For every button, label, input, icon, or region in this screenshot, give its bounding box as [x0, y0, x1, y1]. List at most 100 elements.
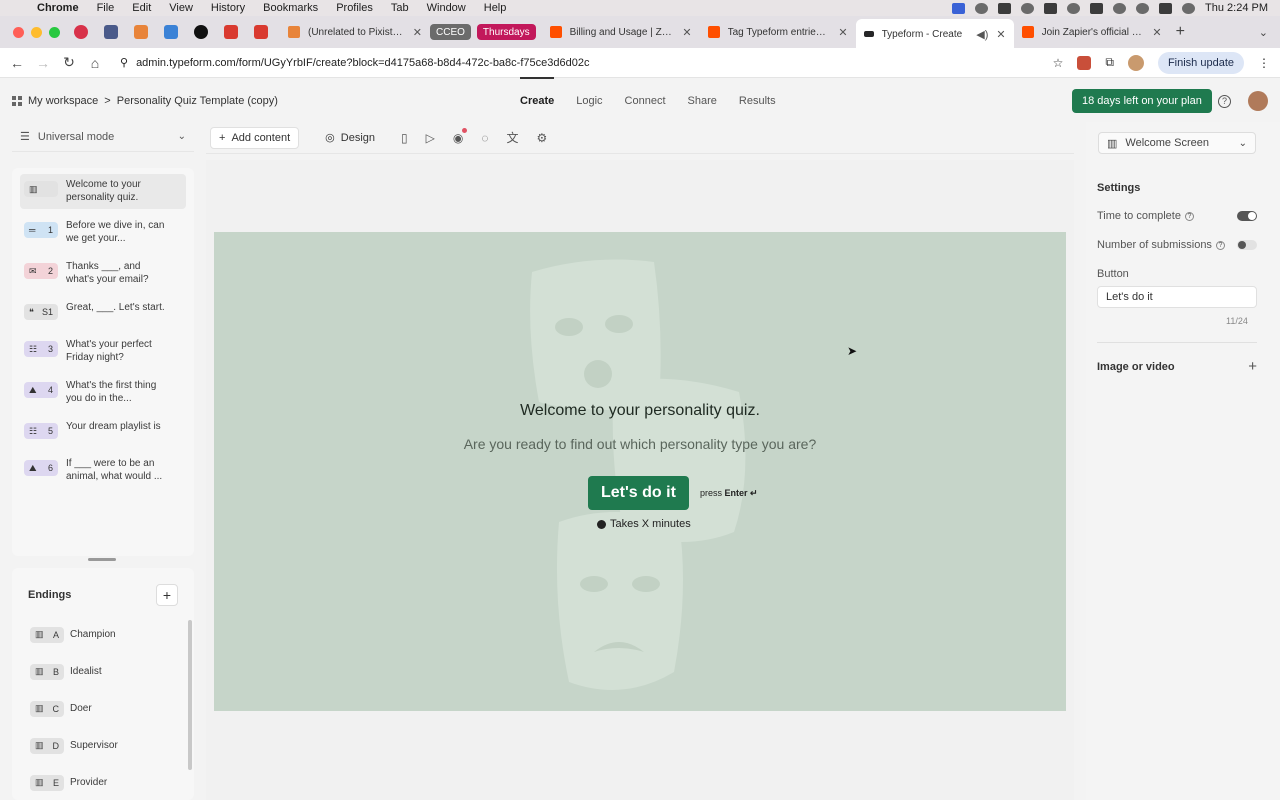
trial-days-button[interactable]: 18 days left on your plan	[1072, 89, 1212, 113]
question-item-6[interactable]: ⛰ 6 If ___ were to be an animal, what wou…	[20, 453, 186, 488]
tab-results[interactable]: Results	[739, 95, 776, 107]
add-media-button[interactable]: +	[1248, 358, 1257, 375]
button-text-input[interactable]: Let's do it	[1097, 286, 1257, 308]
play-preview-icon[interactable]: ▷	[426, 131, 435, 145]
tab-logic[interactable]: Logic	[576, 95, 602, 107]
menu-profiles[interactable]: Profiles	[336, 2, 373, 14]
tab-billing[interactable]: Billing and Usage | Zapier ✕	[542, 19, 700, 45]
form-title[interactable]: Personality Quiz Template (copy)	[117, 95, 278, 107]
menu-tab[interactable]: Tab	[391, 2, 409, 14]
search-icon[interactable]	[1136, 2, 1150, 14]
ending-item-b[interactable]: ▥ B Idealist	[12, 653, 194, 690]
url-text[interactable]: admin.typeform.com/form/UGyYrbIF/create?…	[136, 57, 589, 69]
address-bar[interactable]: ⚲ admin.typeform.com/form/UGyYrbIF/creat…	[120, 56, 589, 70]
record-icon[interactable]	[74, 25, 88, 39]
start-quiz-button[interactable]: Let's do it	[588, 476, 689, 510]
mobile-preview-icon[interactable]: ▯	[401, 131, 408, 145]
question-item-2[interactable]: ✉ 2 Thanks ___, and what's your email?	[20, 256, 186, 291]
tab-typeform-create[interactable]: Typeform - Create ◀) ✕	[855, 19, 1014, 49]
tab-create[interactable]: Create	[520, 77, 555, 107]
screen-type-selector[interactable]: ▥ Welcome Screen ⌄	[1098, 132, 1256, 154]
close-icon[interactable]: ✕	[838, 26, 847, 39]
tab-join-zapier[interactable]: Join Zapier's official Partn ✕	[1014, 19, 1170, 45]
menu-window[interactable]: Window	[427, 2, 466, 14]
info-icon[interactable]: ?	[1215, 240, 1225, 250]
forward-icon[interactable]: →	[30, 55, 56, 71]
profile-avatar[interactable]	[1127, 54, 1144, 71]
ending-item-e[interactable]: ▥ E Provider	[12, 764, 194, 800]
translate-icon[interactable]: 文	[506, 129, 518, 146]
gmail-icon[interactable]	[224, 25, 238, 39]
record-status-icon[interactable]	[975, 2, 989, 14]
calendar-icon[interactable]	[164, 25, 178, 39]
tab-unrelated[interactable]: (Unrelated to Pixistock) Ki ✕	[280, 19, 430, 45]
home-icon[interactable]: ⌂	[82, 55, 108, 71]
wifi-icon[interactable]	[1113, 2, 1127, 14]
user-avatar[interactable]	[1248, 91, 1268, 111]
ai-icon[interactable]: ◉	[453, 127, 468, 145]
menu-edit[interactable]: Edit	[132, 2, 151, 14]
finish-update-button[interactable]: Finish update	[1157, 51, 1244, 74]
welcome-subtitle[interactable]: Are you ready to find out which personal…	[214, 436, 1066, 452]
bookmark-star-icon[interactable]: ☆	[1053, 56, 1064, 70]
close-icon[interactable]: ✕	[1152, 26, 1161, 39]
submissions-toggle[interactable]	[1237, 240, 1257, 250]
welcome-title[interactable]: Welcome to your personality quiz.	[214, 402, 1066, 420]
threads-icon[interactable]	[194, 25, 208, 39]
vpn-icon[interactable]	[1067, 2, 1081, 14]
back-icon[interactable]: ←	[4, 55, 30, 71]
question-item-s1[interactable]: ❝ S1 Great, ___. Let's start.	[20, 297, 186, 328]
menu-file[interactable]: File	[97, 2, 115, 14]
menu-help[interactable]: Help	[484, 2, 507, 14]
battery-icon[interactable]	[1090, 2, 1104, 14]
close-icon[interactable]: ✕	[996, 28, 1005, 41]
tab-search-icon[interactable]: ⌄	[1259, 26, 1268, 39]
app-icon[interactable]	[104, 25, 118, 39]
endings-scrollbar[interactable]	[188, 620, 192, 770]
menu-bookmarks[interactable]: Bookmarks	[263, 2, 318, 14]
menu-view[interactable]: View	[169, 2, 193, 14]
zoom-window-button[interactable]	[49, 26, 60, 38]
control-center-icon[interactable]	[1159, 2, 1173, 14]
breadcrumb-workspace[interactable]: My workspace	[28, 95, 98, 107]
tab-connect[interactable]: Connect	[625, 95, 666, 107]
speaker-icon[interactable]: ◀)	[976, 28, 988, 41]
sync-icon[interactable]: ◌	[481, 131, 488, 145]
settings-gear-icon[interactable]: ⚙	[537, 131, 548, 145]
panel-resize-handle[interactable]	[88, 558, 116, 561]
menu-app-name[interactable]: Chrome	[37, 2, 79, 14]
close-icon[interactable]: ✕	[682, 26, 691, 39]
close-window-button[interactable]	[13, 26, 24, 38]
add-ending-button[interactable]: +	[156, 584, 178, 606]
ending-item-c[interactable]: ▥ C Doer	[12, 690, 194, 727]
extension-icon[interactable]	[1077, 55, 1092, 70]
tab-tag-typeform[interactable]: Tag Typeform entries in Kit ✕	[700, 19, 856, 45]
ending-item-d[interactable]: ▥ D Supervisor	[12, 727, 194, 764]
question-item-5[interactable]: ☷ 5 Your dream playlist is	[20, 416, 186, 447]
menu-kebab-icon[interactable]: ⋮	[1258, 56, 1270, 70]
site-info-icon[interactable]: ⚲	[120, 56, 128, 69]
welcome-screen-preview[interactable]: Welcome to your personality quiz. Are yo…	[214, 232, 1066, 711]
minimize-window-button[interactable]	[31, 26, 42, 38]
equalizer-icon[interactable]	[998, 2, 1012, 14]
gmail-icon[interactable]	[254, 25, 268, 39]
close-icon[interactable]: ✕	[413, 26, 422, 39]
question-item-welcome[interactable]: ▥ Welcome to your personality quiz.	[20, 174, 186, 209]
question-item-4[interactable]: ⛰ 4 What's the first thing you do in the.…	[20, 375, 186, 410]
tab-group-thursdays[interactable]: Thursdays	[476, 24, 536, 40]
reload-icon[interactable]: ↻	[56, 54, 82, 71]
question-item-3[interactable]: ☷ 3 What's your perfect Friday night?	[20, 334, 186, 369]
design-button[interactable]: ◎ Design	[317, 127, 383, 148]
extensions-puzzle-icon[interactable]: ⧉	[1105, 55, 1114, 70]
tab-group-ceo[interactable]: CCEO	[430, 24, 471, 40]
question-item-1[interactable]: ═ 1 Before we dive in, can we get your...	[20, 215, 186, 250]
menubar-clock[interactable]: Thu 2:24 PM	[1205, 2, 1268, 14]
mode-selector[interactable]: ☰ Universal mode ⌄	[12, 122, 194, 152]
new-tab-button[interactable]: +	[1176, 23, 1185, 41]
siri-icon[interactable]	[1182, 2, 1196, 14]
menu-history[interactable]: History	[211, 2, 245, 14]
help-icon[interactable]: ?	[1218, 94, 1231, 108]
pixistock-icon[interactable]	[134, 25, 148, 39]
bluetooth-icon[interactable]	[1044, 2, 1058, 14]
add-content-button[interactable]: + Add content	[210, 126, 300, 149]
